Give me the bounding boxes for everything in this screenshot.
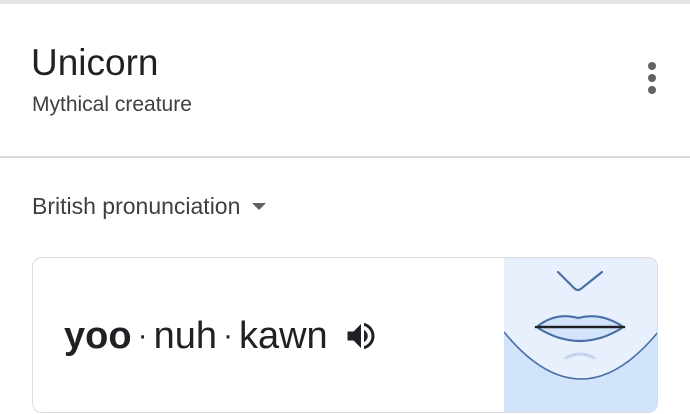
header-divider <box>0 156 690 158</box>
accent-dropdown[interactable]: British pronunciation <box>32 188 267 224</box>
syllable: nuh <box>153 315 217 357</box>
caret-down-icon <box>252 202 267 210</box>
accent-dropdown-label: British pronunciation <box>32 193 241 219</box>
syllable-stressed: yoo <box>64 315 132 357</box>
syllable-separator: · <box>222 319 233 352</box>
play-pronunciation-button[interactable] <box>342 317 380 355</box>
page-subtitle: Mythical creature <box>32 93 192 116</box>
entity-header: Unicorn Mythical creature <box>0 4 690 156</box>
pronunciation-card: yoo · nuh · kawn <box>32 257 658 413</box>
syllable-separator: · <box>137 319 148 352</box>
volume-up-icon <box>347 322 375 350</box>
syllable: kawn <box>238 315 328 357</box>
more-vert-icon <box>648 62 656 94</box>
more-options-button[interactable] <box>632 56 672 96</box>
mouth-illustration <box>504 258 657 412</box>
page-title: Unicorn <box>31 42 159 83</box>
phonetic-spelling: yoo · nuh · kawn <box>64 314 380 358</box>
